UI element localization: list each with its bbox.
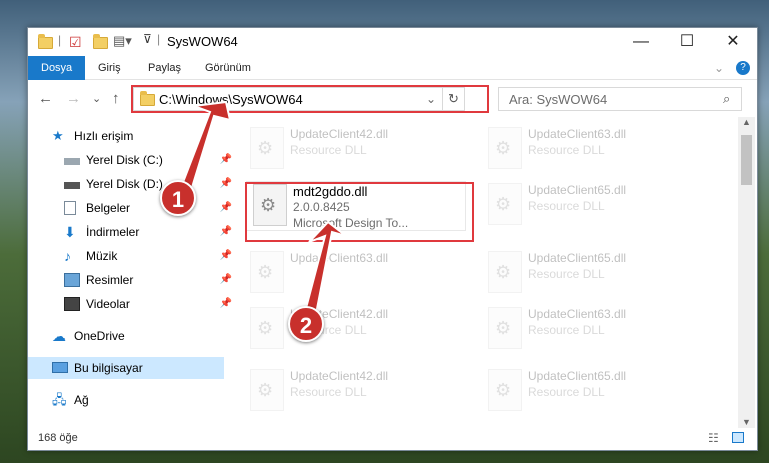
arrow-1-icon: [178, 100, 232, 196]
arrow-2-icon: [303, 220, 347, 316]
annotation-arrows: [178, 100, 347, 316]
step-1-badge: 1: [160, 180, 196, 216]
step-2-badge: 2: [288, 306, 324, 342]
